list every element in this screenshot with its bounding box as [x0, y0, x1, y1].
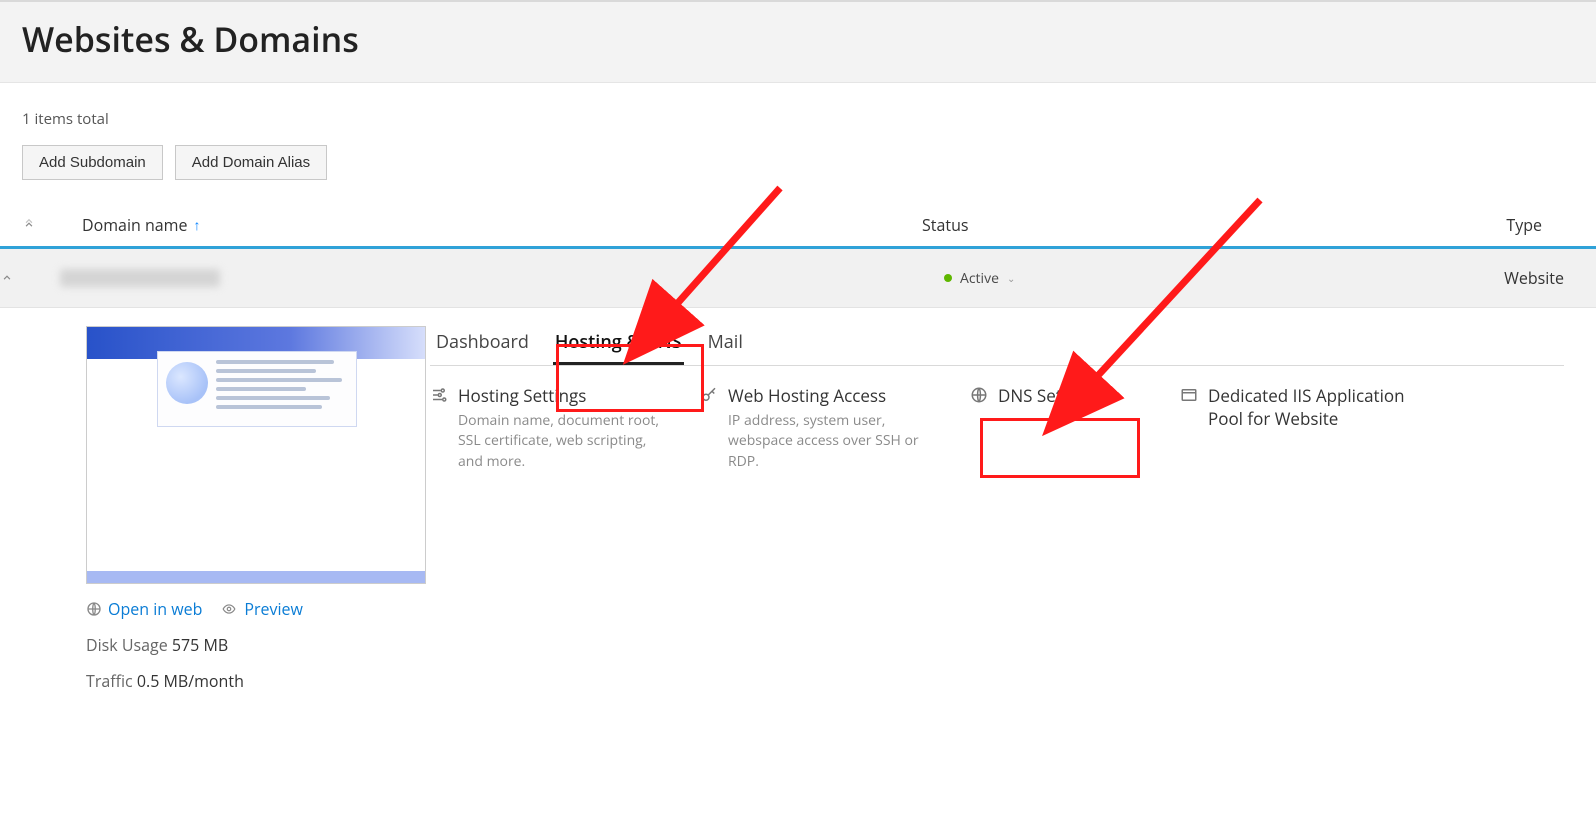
- column-domain-name[interactable]: Domain name: [82, 214, 187, 236]
- preview-label: Preview: [244, 598, 303, 620]
- key-icon: [700, 384, 718, 472]
- web-hosting-access-title: Web Hosting Access: [728, 384, 930, 407]
- add-subdomain-button[interactable]: Add Subdomain: [22, 145, 163, 180]
- status-label[interactable]: Active: [960, 269, 999, 288]
- items-count: 1 items total: [22, 109, 1574, 129]
- table-row: Active ⌄ Website: [0, 249, 1596, 308]
- domain-tabs: Dashboard Hosting & DNS Mail: [430, 326, 1564, 366]
- column-type[interactable]: Type: [1506, 214, 1542, 236]
- tab-hosting-dns[interactable]: Hosting & DNS: [553, 326, 684, 365]
- disk-usage-value: 575 MB: [172, 634, 228, 656]
- page-title: Websites & Domains: [22, 16, 1574, 62]
- window-icon: [1180, 384, 1198, 472]
- tab-dashboard[interactable]: Dashboard: [434, 326, 531, 365]
- sliders-icon: [430, 384, 448, 472]
- traffic-label: Traffic: [86, 670, 133, 692]
- page-header: Websites & Domains: [0, 0, 1596, 83]
- dns-settings-control[interactable]: DNS Settings: [970, 384, 1140, 472]
- traffic-value: 0.5 MB/month: [137, 670, 244, 692]
- preview-link[interactable]: Preview: [220, 598, 303, 620]
- domain-name[interactable]: [60, 269, 220, 287]
- row-collapse-icon[interactable]: [0, 271, 60, 285]
- globe-icon: [86, 601, 102, 617]
- web-hosting-access-control[interactable]: Web Hosting Access IP address, system us…: [700, 384, 930, 472]
- chevron-down-icon[interactable]: ⌄: [1007, 271, 1015, 285]
- row-type: Website: [1504, 267, 1564, 289]
- hosting-settings-control[interactable]: Hosting Settings Domain name, document r…: [430, 384, 660, 472]
- eye-icon: [220, 602, 238, 616]
- add-domain-alias-button[interactable]: Add Domain Alias: [175, 145, 327, 180]
- disk-usage-label: Disk Usage: [86, 634, 168, 656]
- hosting-settings-desc: Domain name, document root, SSL certific…: [458, 411, 660, 472]
- dns-settings-title: DNS Settings: [998, 384, 1100, 407]
- globe-icon: [970, 384, 988, 472]
- web-hosting-access-desc: IP address, system user, webspace access…: [728, 411, 930, 472]
- dedicated-iis-title: Dedicated IIS Application Pool for Websi…: [1208, 384, 1428, 430]
- tab-mail[interactable]: Mail: [706, 326, 745, 365]
- site-thumbnail[interactable]: [86, 326, 426, 584]
- collapse-all-icon[interactable]: [22, 218, 82, 232]
- status-dot-icon: [944, 274, 952, 282]
- dedicated-iis-control[interactable]: Dedicated IIS Application Pool for Websi…: [1180, 384, 1428, 472]
- column-status[interactable]: Status: [922, 214, 969, 236]
- sort-asc-icon[interactable]: ↑: [193, 216, 200, 235]
- open-in-web-link[interactable]: Open in web: [86, 598, 202, 620]
- hosting-settings-title: Hosting Settings: [458, 384, 660, 407]
- open-in-web-label: Open in web: [108, 598, 202, 620]
